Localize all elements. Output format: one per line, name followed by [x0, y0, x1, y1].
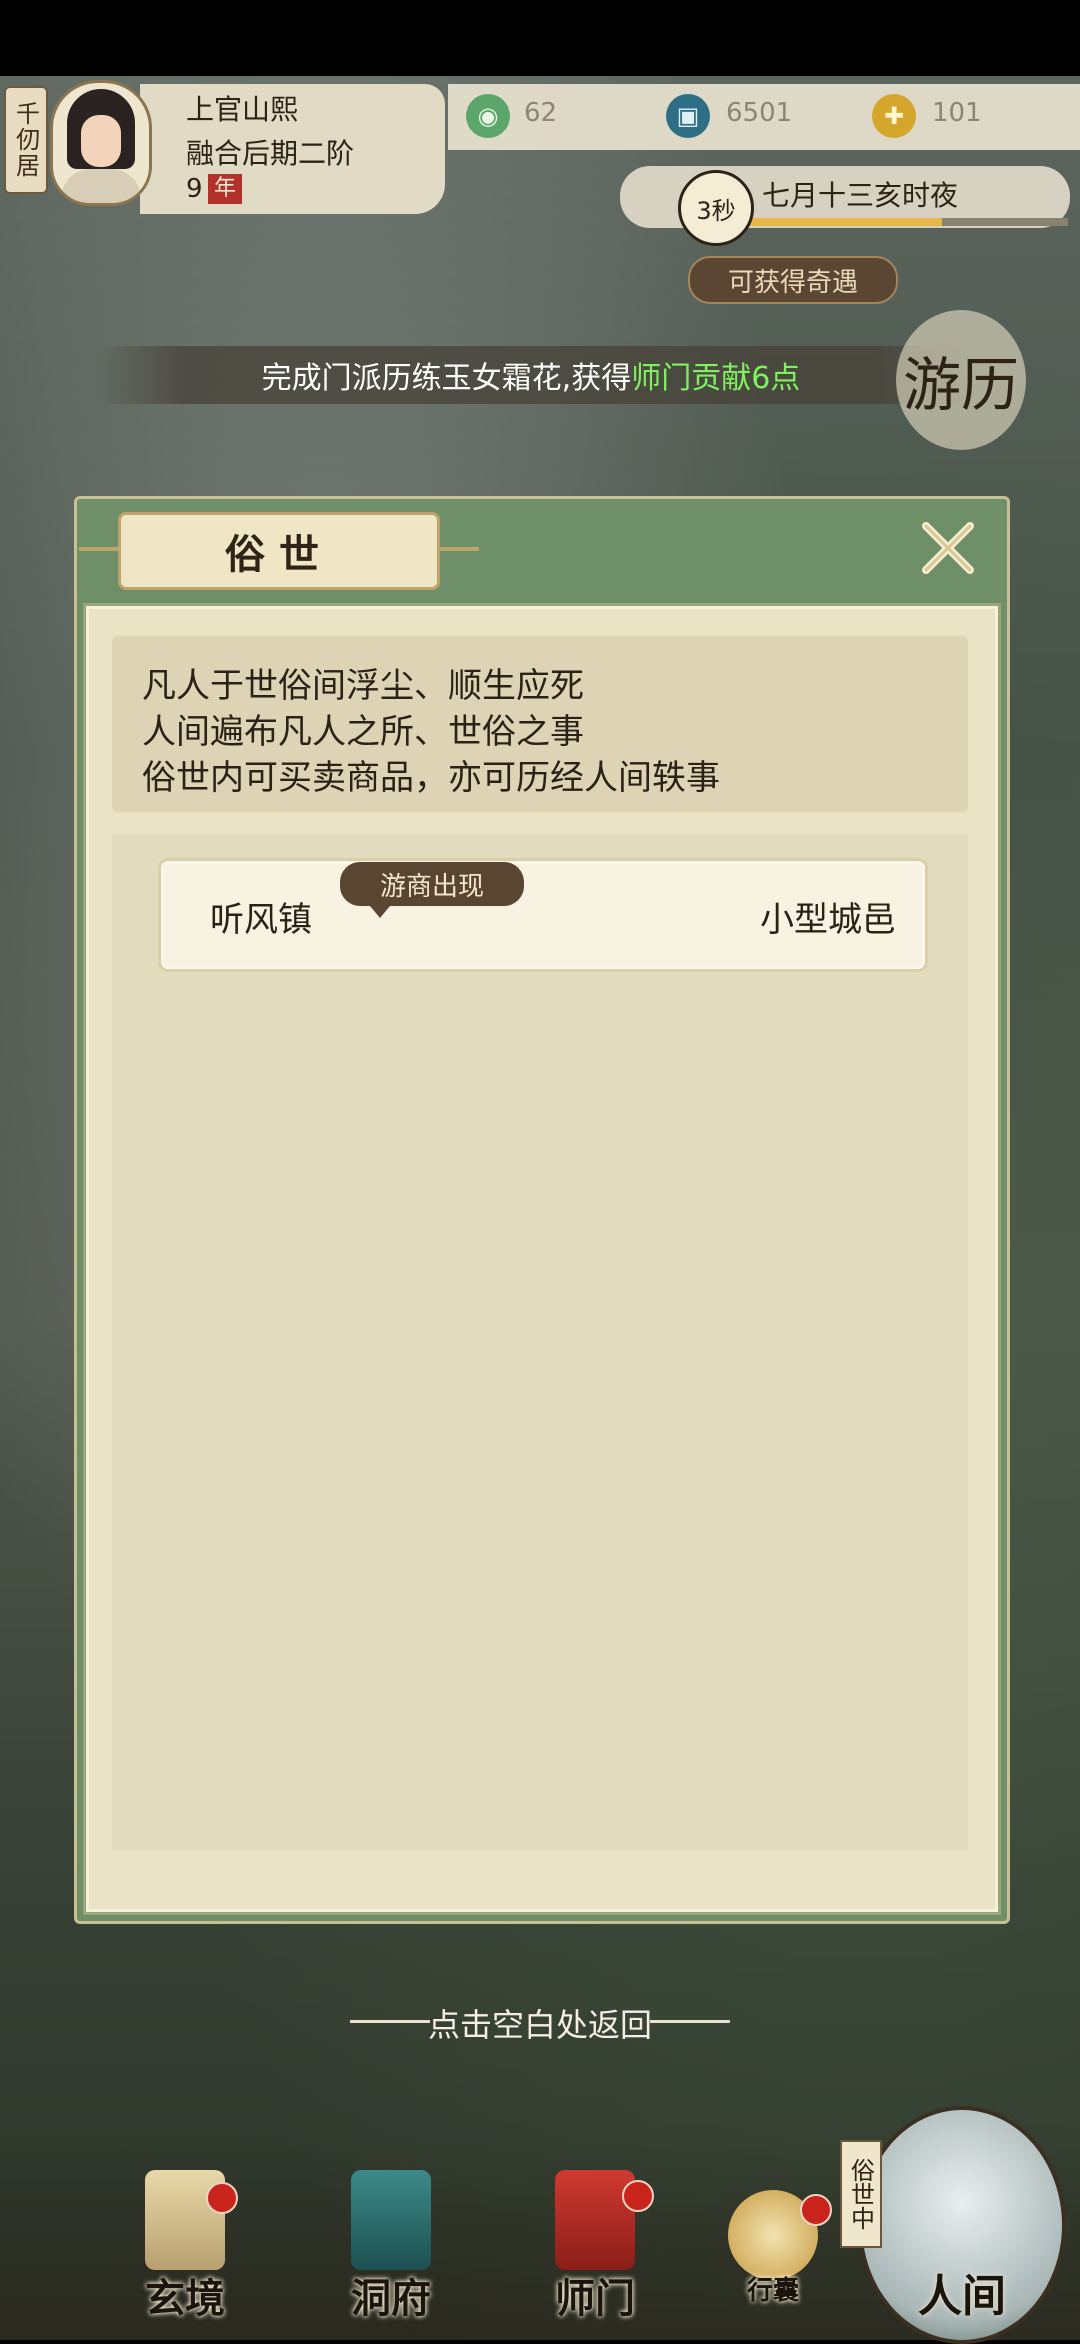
close-icon — [922, 522, 974, 574]
countdown-timer: 3秒 — [678, 170, 754, 246]
notice-text: 完成门派历练玉女霜花,获得 — [261, 361, 632, 396]
notice-banner: 完成门派历练玉女霜花,获得 师门贡献6点 — [96, 346, 966, 404]
residence-label[interactable]: 千仞居 — [4, 86, 48, 194]
modal-title: 俗世 — [79, 512, 479, 590]
renjian-button[interactable]: 人间 — [858, 2106, 1066, 2344]
hint-divider — [650, 2020, 730, 2023]
notice-highlight: 师门贡献6点 — [631, 361, 801, 396]
pavilion-icon — [351, 2170, 431, 2270]
jade-coin-value: 62 — [524, 98, 558, 128]
year-badge: 年 — [208, 174, 242, 204]
description-line: 俗世内可买卖商品，亦可历经人间轶事 — [142, 758, 720, 798]
town-list — [112, 834, 968, 1850]
player-avatar[interactable] — [50, 80, 152, 206]
nav-xuanjing[interactable]: 玄境 — [120, 2170, 250, 2322]
nav-label: 洞府 — [351, 2275, 431, 2322]
nav-label-main: 人间 — [918, 2271, 1006, 2322]
tap-to-return-hint[interactable]: 点击空白处返回 — [0, 2000, 1080, 2046]
spirit-stone-value: 6501 — [726, 98, 793, 128]
nav-shimen[interactable]: 师门 — [530, 2170, 660, 2322]
game-date: 七月十三亥时夜 — [762, 179, 959, 212]
contribution-value: 101 — [932, 98, 982, 128]
town-name: 听风镇 — [210, 900, 312, 940]
nav-dongfu[interactable]: 洞府 — [326, 2170, 456, 2322]
town-type: 小型城邑 — [760, 900, 896, 940]
nav-label: 师门 — [555, 2275, 635, 2322]
status-tag: 俗世中 — [840, 2140, 882, 2248]
travel-seal[interactable]: 游历 — [896, 310, 1026, 450]
notification-dot — [622, 2180, 654, 2212]
jade-coin-icon: ◉ — [466, 94, 510, 138]
description-line: 凡人于世俗间浮尘、顺生应死 — [142, 666, 584, 706]
banner-icon — [555, 2170, 635, 2270]
encounter-button[interactable]: 可获得奇遇 — [688, 256, 898, 304]
player-name: 上官山熙 — [186, 93, 299, 126]
spirit-stone-icon: ▣ — [666, 94, 710, 138]
player-years: 9 — [186, 174, 203, 204]
nav-label: 玄境 — [145, 2275, 225, 2322]
close-button[interactable] — [916, 516, 980, 580]
contribution-icon: ✚ — [872, 94, 916, 138]
nav-xingnang[interactable]: 行囊 — [708, 2170, 838, 2320]
player-rank: 融合后期二阶 — [186, 137, 355, 170]
nav-label: 行囊 — [746, 2276, 799, 2306]
notification-dot — [800, 2194, 832, 2226]
time-progress-fill — [742, 218, 942, 226]
merchant-tag: 游商出现 — [340, 862, 524, 918]
description-line: 人间遍布凡人之所、世俗之事 — [142, 712, 584, 752]
notification-dot — [206, 2182, 238, 2214]
